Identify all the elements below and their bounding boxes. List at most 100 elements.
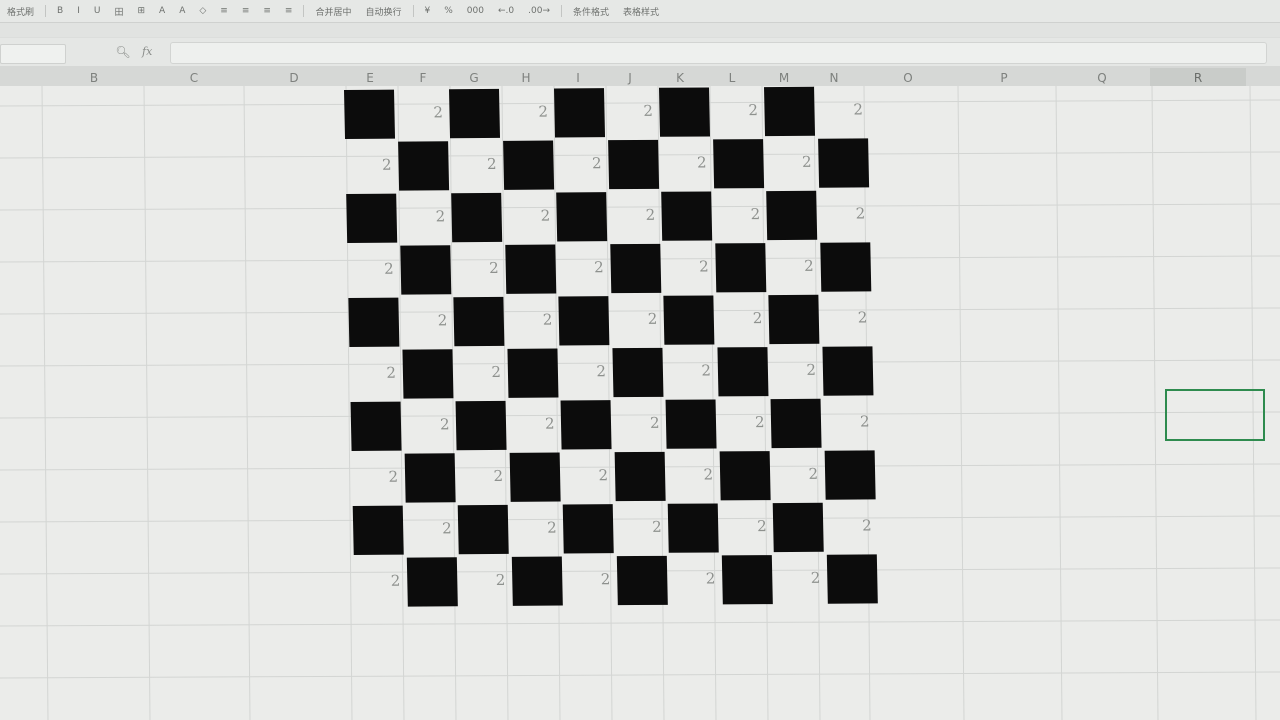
value-cell[interactable]: 2: [399, 193, 452, 245]
value-cell[interactable]: 2: [667, 451, 720, 503]
value-cell[interactable]: 2: [349, 350, 402, 402]
black-cell[interactable]: [502, 140, 554, 190]
black-cell[interactable]: [721, 555, 773, 605]
black-cell[interactable]: [556, 192, 608, 242]
black-cell[interactable]: [714, 243, 766, 293]
value-cell[interactable]: 2: [613, 400, 666, 452]
black-cell[interactable]: [607, 139, 659, 190]
value-cell[interactable]: 2: [557, 244, 610, 296]
toolbar-item[interactable]: A: [172, 6, 192, 16]
black-cell[interactable]: [766, 190, 818, 241]
column-header-g[interactable]: G: [454, 68, 494, 88]
black-cell[interactable]: [457, 504, 509, 555]
toolbar-item[interactable]: .00→: [521, 6, 557, 16]
value-cell[interactable]: 2: [508, 401, 561, 453]
value-cell[interactable]: 2: [347, 246, 400, 298]
toolbar-item[interactable]: 表格样式: [616, 5, 666, 18]
value-cell[interactable]: 2: [403, 401, 456, 453]
value-cell[interactable]: 2: [609, 192, 662, 244]
value-cell[interactable]: 2: [506, 297, 559, 349]
black-cell[interactable]: [770, 398, 822, 449]
value-cell[interactable]: 2: [716, 295, 769, 347]
black-cell[interactable]: [397, 141, 449, 191]
black-cell[interactable]: [404, 453, 456, 503]
black-cell[interactable]: [406, 557, 458, 607]
black-cell[interactable]: [449, 88, 501, 139]
value-cell[interactable]: 2: [669, 555, 722, 607]
black-cell[interactable]: [768, 294, 820, 345]
value-cell[interactable]: 2: [714, 191, 767, 243]
toolbar-item[interactable]: ≡: [278, 6, 300, 16]
black-cell[interactable]: [667, 503, 719, 553]
value-cell[interactable]: 2: [354, 558, 407, 610]
black-cell[interactable]: [616, 555, 668, 606]
value-cell[interactable]: 2: [454, 349, 507, 401]
black-cell[interactable]: [826, 554, 878, 604]
value-cell[interactable]: 2: [504, 193, 557, 245]
toolbar-item[interactable]: ←.0: [491, 6, 521, 16]
black-cell[interactable]: [346, 193, 398, 243]
value-cell[interactable]: 2: [769, 347, 822, 399]
column-header-j[interactable]: J: [610, 68, 650, 88]
column-header-h[interactable]: H: [506, 68, 546, 88]
black-cell[interactable]: [663, 295, 715, 345]
toolbar-item[interactable]: U: [87, 6, 108, 16]
formula-input[interactable]: [170, 42, 1267, 64]
black-cell[interactable]: [712, 139, 764, 189]
column-header-n[interactable]: N: [814, 68, 854, 88]
column-header-e[interactable]: E: [350, 68, 390, 88]
black-cell[interactable]: [560, 400, 612, 450]
black-cell[interactable]: [665, 399, 717, 449]
column-header-d[interactable]: D: [274, 68, 314, 88]
toolbar-item[interactable]: 000: [460, 6, 491, 16]
value-cell[interactable]: 2: [564, 556, 617, 608]
value-cell[interactable]: 2: [555, 140, 608, 192]
value-cell[interactable]: 2: [459, 557, 512, 609]
active-cell-selection[interactable]: [1165, 389, 1265, 441]
value-cell[interactable]: 2: [660, 139, 713, 191]
toolbar-item[interactable]: ¥: [418, 6, 438, 16]
zoom-icon[interactable]: 🔍︎: [114, 43, 132, 61]
value-cell[interactable]: 2: [397, 89, 450, 141]
value-cell[interactable]: 2: [502, 89, 555, 141]
value-cell[interactable]: 2: [345, 142, 398, 194]
toolbar-item[interactable]: 合并居中: [308, 5, 358, 18]
toolbar-item[interactable]: 条件格式: [566, 5, 616, 18]
value-cell[interactable]: 2: [821, 294, 874, 346]
value-cell[interactable]: 2: [774, 555, 827, 607]
black-cell[interactable]: [817, 138, 869, 188]
name-box[interactable]: [0, 44, 66, 64]
black-cell[interactable]: [506, 348, 558, 398]
black-cell[interactable]: [716, 347, 768, 397]
black-cell[interactable]: [399, 245, 451, 295]
column-header-k[interactable]: K: [660, 68, 700, 88]
value-cell[interactable]: 2: [615, 504, 668, 556]
value-cell[interactable]: 2: [352, 454, 405, 506]
black-cell[interactable]: [344, 89, 396, 139]
black-cell[interactable]: [772, 502, 824, 553]
black-cell[interactable]: [504, 244, 556, 294]
toolbar-item[interactable]: I: [70, 6, 87, 16]
value-cell[interactable]: 2: [457, 453, 510, 505]
black-cell[interactable]: [819, 242, 871, 292]
black-cell[interactable]: [719, 451, 771, 501]
column-header-b[interactable]: B: [74, 68, 114, 88]
value-cell[interactable]: 2: [664, 347, 717, 399]
value-cell[interactable]: 2: [405, 505, 458, 557]
black-cell[interactable]: [554, 88, 606, 138]
value-cell[interactable]: 2: [819, 190, 872, 242]
black-cell[interactable]: [348, 297, 400, 347]
value-cell[interactable]: 2: [767, 243, 820, 295]
black-cell[interactable]: [764, 86, 816, 137]
toolbar-item[interactable]: ≡: [213, 6, 235, 16]
toolbar-item[interactable]: 格式刷: [0, 5, 41, 18]
toolbar-item[interactable]: ◇: [192, 6, 213, 16]
value-cell[interactable]: 2: [662, 243, 715, 295]
value-cell[interactable]: 2: [450, 141, 503, 193]
value-cell[interactable]: 2: [562, 452, 615, 504]
value-cell[interactable]: 2: [718, 399, 771, 451]
black-cell[interactable]: [609, 243, 661, 294]
black-cell[interactable]: [821, 346, 873, 396]
value-cell[interactable]: 2: [559, 348, 612, 400]
value-cell[interactable]: 2: [825, 502, 878, 554]
